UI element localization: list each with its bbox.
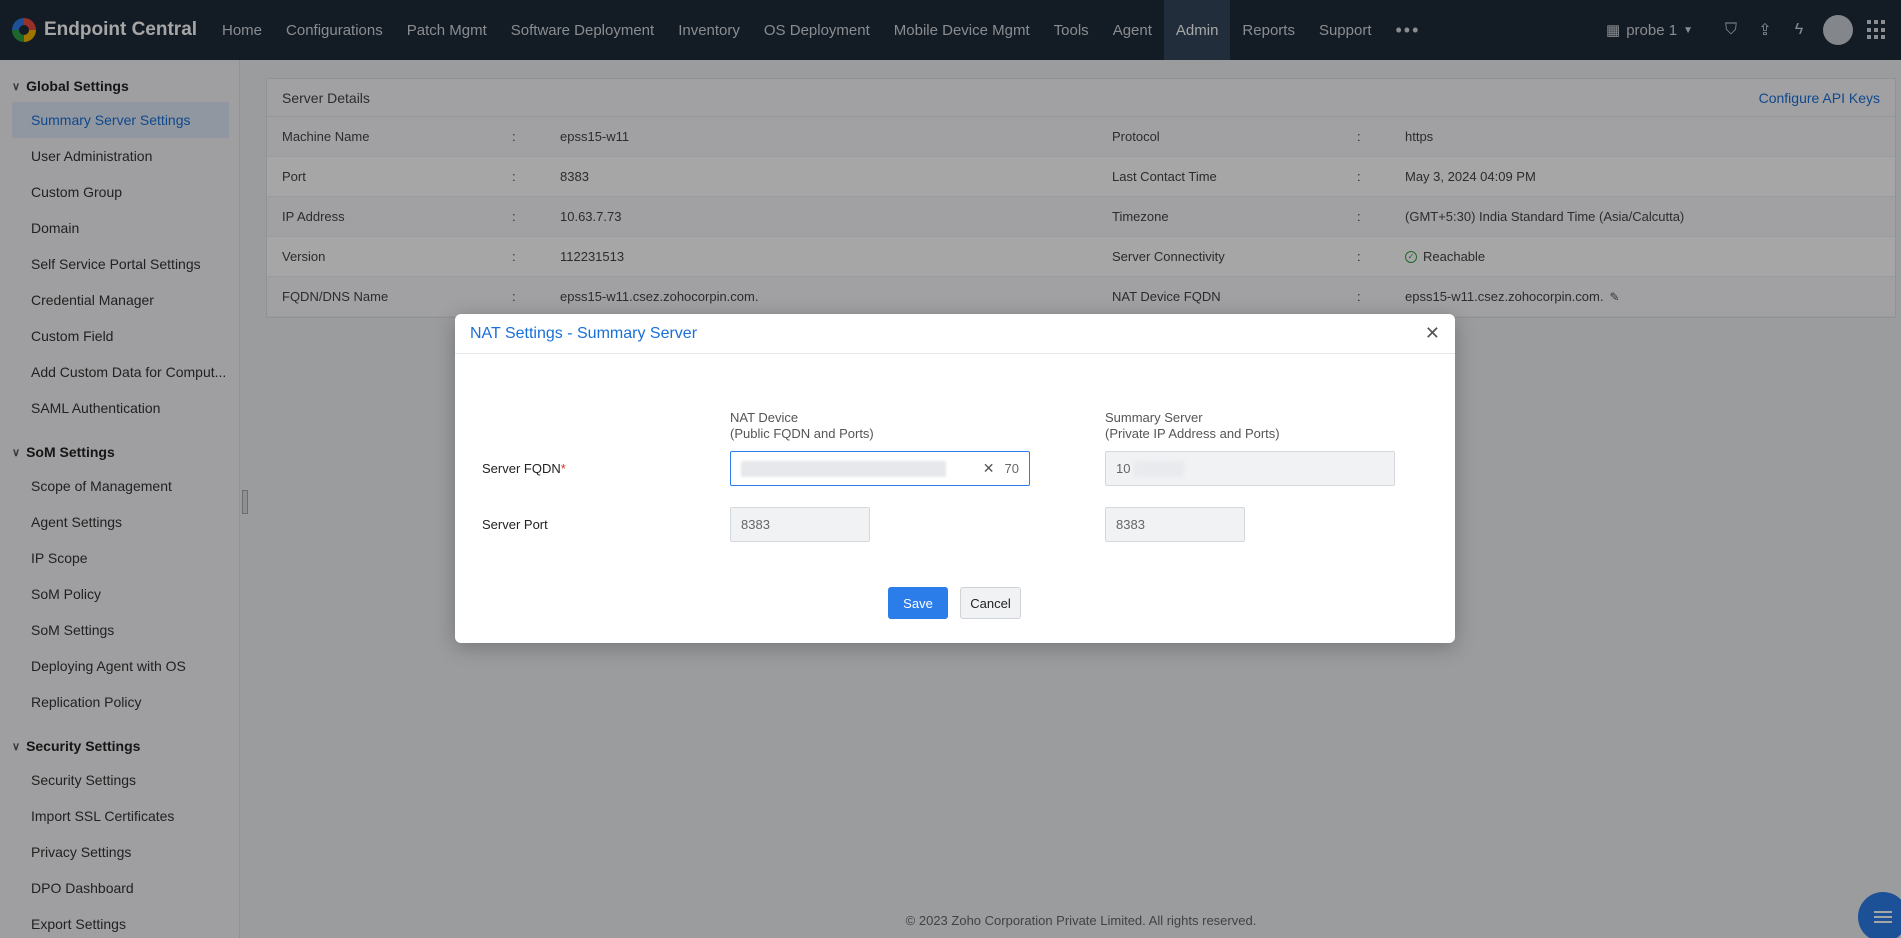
nat-device-column-header: NAT Device (Public FQDN and Ports): [730, 410, 874, 442]
clear-icon[interactable]: ✕: [983, 460, 995, 477]
input-value: 8383: [1116, 517, 1145, 532]
summary-server-column-header: Summary Server (Private IP Address and P…: [1105, 410, 1280, 442]
input-value: 10: [1116, 461, 1131, 476]
nat-settings-dialog: NAT Settings - Summary Server ✕ NAT Devi…: [455, 314, 1455, 643]
close-icon[interactable]: ✕: [1425, 323, 1440, 344]
nat-fqdn-input[interactable]: ✕ 70: [730, 451, 1030, 486]
cancel-button[interactable]: Cancel: [960, 587, 1021, 619]
dialog-header: NAT Settings - Summary Server ✕: [455, 314, 1455, 354]
input-value: 8383: [741, 517, 770, 532]
server-port-label: Server Port: [482, 517, 548, 532]
server-port-readonly: 8383: [1105, 507, 1245, 542]
required-mark: *: [560, 461, 566, 476]
label-text: Server FQDN: [482, 461, 561, 476]
column-subtitle: (Private IP Address and Ports): [1105, 426, 1280, 441]
column-title: Summary Server: [1105, 410, 1203, 425]
column-title: NAT Device: [730, 410, 799, 425]
redacted-value: [1134, 460, 1185, 477]
server-fqdn-readonly: 10: [1105, 451, 1395, 486]
dialog-title: NAT Settings - Summary Server: [470, 324, 698, 342]
nat-port-input[interactable]: 8383: [730, 507, 870, 542]
redacted-value: [741, 460, 946, 477]
input-value-tail: 70: [1004, 461, 1019, 476]
column-subtitle: (Public FQDN and Ports): [730, 426, 874, 441]
save-button[interactable]: Save: [888, 587, 948, 619]
server-fqdn-label: Server FQDN*: [482, 461, 566, 476]
